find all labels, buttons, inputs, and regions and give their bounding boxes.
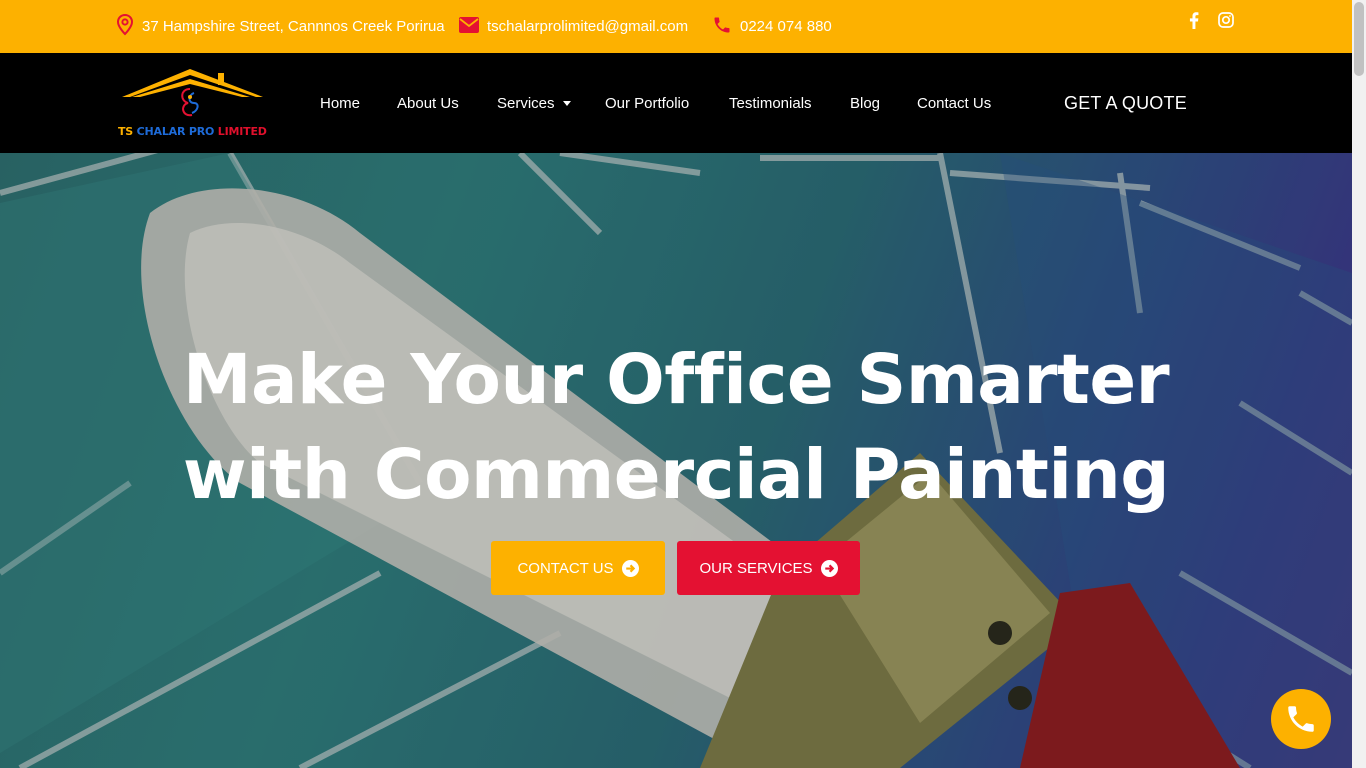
address-info: 37 Hampshire Street, Cannnos Creek Porir… bbox=[116, 0, 445, 53]
roof-logo-icon bbox=[122, 69, 263, 117]
hero-headline-line1: Make Your Office Smarter bbox=[182, 340, 1170, 420]
chevron-down-icon bbox=[562, 100, 571, 106]
email-text: tschalarprolimited@gmail.com bbox=[487, 18, 689, 35]
our-services-button[interactable]: OUR SERVICES bbox=[677, 541, 860, 595]
scrollbar-thumb[interactable] bbox=[1354, 2, 1364, 76]
contact-us-label: CONTACT US bbox=[517, 559, 614, 577]
nav-about-us[interactable]: About Us bbox=[397, 53, 459, 153]
phone-link[interactable]: 0224 074 880 bbox=[712, 0, 832, 53]
phone-icon bbox=[712, 15, 740, 39]
logo-wordmark: TS CHALAR PRO LIMITED bbox=[118, 125, 267, 138]
address-text: 37 Hampshire Street, Cannnos Creek Porir… bbox=[142, 18, 445, 35]
main-navbar: TS CHALAR PRO LIMITED Home About Us Serv… bbox=[0, 53, 1352, 153]
map-pin-icon bbox=[116, 13, 142, 40]
get-a-quote-button[interactable]: GET A QUOTE bbox=[1064, 53, 1187, 153]
facebook-icon[interactable] bbox=[1184, 8, 1204, 32]
arrow-right-circle-icon bbox=[820, 559, 838, 577]
nav-home[interactable]: Home bbox=[320, 53, 360, 153]
phone-text: 0224 074 880 bbox=[740, 18, 832, 35]
arrow-right-circle-icon bbox=[621, 559, 639, 577]
instagram-icon[interactable] bbox=[1216, 8, 1236, 32]
floating-call-button[interactable] bbox=[1271, 689, 1331, 749]
brand-logo[interactable]: TS CHALAR PRO LIMITED bbox=[118, 67, 268, 143]
hero-headline-line2: with Commercial Painting bbox=[182, 435, 1170, 515]
our-services-label: OUR SERVICES bbox=[699, 559, 813, 577]
top-info-bar: 37 Hampshire Street, Cannnos Creek Porir… bbox=[0, 0, 1352, 53]
nav-services-label: Services bbox=[497, 94, 555, 112]
nav-services[interactable]: Services bbox=[497, 53, 571, 153]
nav-blog[interactable]: Blog bbox=[850, 53, 880, 153]
mail-icon bbox=[459, 16, 487, 37]
nav-our-portfolio[interactable]: Our Portfolio bbox=[605, 53, 689, 153]
hero-section: Make Your Office Smarter with Commercial… bbox=[0, 153, 1352, 768]
email-link[interactable]: tschalarprolimited@gmail.com bbox=[459, 0, 688, 53]
contact-us-button[interactable]: CONTACT US bbox=[491, 541, 665, 595]
nav-testimonials[interactable]: Testimonials bbox=[729, 53, 812, 153]
nav-contact-us[interactable]: Contact Us bbox=[917, 53, 991, 153]
page-scrollbar[interactable] bbox=[1352, 0, 1366, 768]
hero-headline: Make Your Office Smarter with Commercial… bbox=[0, 333, 1352, 523]
phone-icon bbox=[1288, 706, 1314, 732]
